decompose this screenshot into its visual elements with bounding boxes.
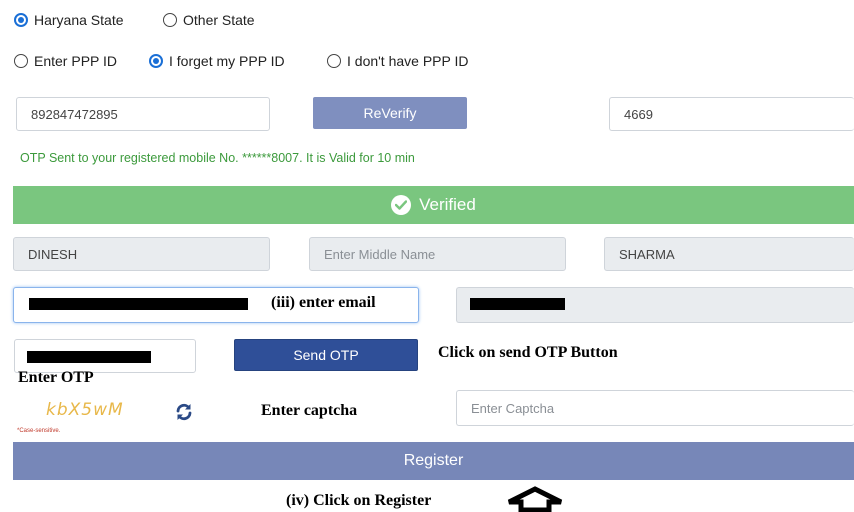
reverify-button[interactable]: ReVerify	[313, 97, 467, 129]
radio-indicator	[14, 54, 28, 68]
check-circle-icon	[391, 195, 412, 215]
send-otp-button[interactable]: Send OTP	[234, 339, 418, 371]
redacted-email	[29, 298, 248, 310]
radio-other-state[interactable]: Other State	[163, 12, 255, 28]
captcha-case-note: *Case-sensitive.	[17, 428, 61, 434]
radio-haryana-state[interactable]: Haryana State	[14, 12, 124, 28]
radio-forget-ppp-id[interactable]: I forget my PPP ID	[149, 53, 285, 69]
otp-value-input[interactable]: 4669	[609, 97, 854, 131]
radio-label: I don't have PPP ID	[347, 53, 469, 69]
radio-indicator	[149, 54, 163, 68]
register-button[interactable]: Register	[13, 442, 854, 480]
middle-name-placeholder: Enter Middle Name	[324, 246, 436, 262]
radio-indicator	[14, 13, 28, 27]
aadhaar-value: 892847472895	[31, 106, 118, 122]
verified-banner: Verified	[13, 186, 854, 224]
annotation-enter-otp: Enter OTP	[18, 369, 94, 386]
captcha-placeholder: Enter Captcha	[471, 400, 555, 416]
middle-name-input[interactable]: Enter Middle Name	[309, 237, 566, 271]
annotation-send-otp: Click on send OTP Button	[438, 344, 618, 361]
first-name-input[interactable]: DINESH	[13, 237, 270, 271]
captcha-input[interactable]: Enter Captcha	[456, 390, 854, 426]
radio-no-ppp-id[interactable]: I don't have PPP ID	[327, 53, 469, 69]
annotation-enter-email: (iii) enter email	[271, 294, 376, 311]
redacted-mobile	[470, 298, 565, 310]
annotation-click-register: (iv) Click on Register	[286, 492, 432, 509]
redacted-otp	[27, 351, 151, 363]
last-name-input[interactable]: SHARMA	[604, 237, 854, 271]
radio-label: I forget my PPP ID	[169, 53, 285, 69]
radio-label: Haryana State	[34, 12, 124, 28]
aadhaar-input[interactable]: 892847472895	[16, 97, 270, 131]
radio-indicator	[327, 54, 341, 68]
last-name-value: SHARMA	[619, 246, 675, 262]
captcha-image: kbX5wM	[46, 400, 124, 420]
up-arrow-icon	[505, 486, 565, 512]
radio-indicator	[163, 13, 177, 27]
radio-enter-ppp-id[interactable]: Enter PPP ID	[14, 53, 117, 69]
otp-sent-message: OTP Sent to your registered mobile No. *…	[20, 151, 415, 165]
verified-label: Verified	[419, 195, 476, 214]
annotation-enter-captcha: Enter captcha	[261, 402, 358, 419]
radio-label: Enter PPP ID	[34, 53, 118, 69]
refresh-captcha-icon[interactable]	[174, 402, 194, 422]
radio-label: Other State	[183, 12, 255, 28]
first-name-value: DINESH	[28, 246, 78, 262]
otp-value: 4669	[624, 106, 653, 122]
